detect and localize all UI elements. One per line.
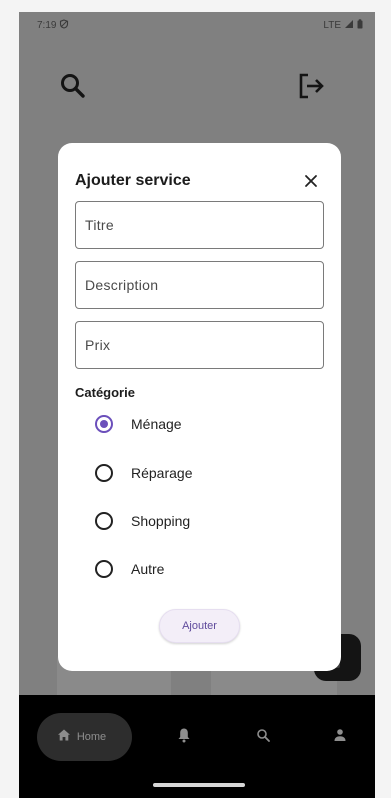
nav-item-label: Home (76, 731, 107, 743)
nav-item-home[interactable]: Home (37, 713, 132, 761)
bell-icon (177, 727, 191, 748)
status-bar: 7:19 LTE (19, 12, 375, 38)
status-right: LTE (323, 18, 363, 32)
radio-button[interactable] (95, 512, 113, 530)
category-label: Catégorie (75, 385, 135, 400)
radio-button[interactable] (95, 560, 113, 578)
home-indicator[interactable] (153, 783, 245, 787)
description-field[interactable] (75, 261, 324, 309)
logout-icon[interactable] (295, 70, 327, 102)
price-field[interactable] (75, 321, 324, 369)
home-icon (57, 728, 71, 747)
radio-label: Autre (131, 561, 165, 577)
category-option-shopping[interactable]: Shopping (95, 508, 190, 534)
bottom-navigation: Home (19, 695, 375, 798)
status-left: 7:19 (37, 18, 69, 32)
radio-button[interactable] (95, 415, 113, 433)
signal-icon (344, 19, 354, 32)
description-input[interactable] (85, 277, 314, 293)
search-icon[interactable] (57, 70, 89, 102)
radio-label: Shopping (131, 513, 191, 529)
nav-item-search[interactable] (250, 713, 276, 761)
status-time: 7:19 (37, 19, 57, 31)
vpn-shield-icon (59, 18, 69, 32)
category-option-autre[interactable]: Autre (95, 556, 164, 582)
category-option-reparage[interactable]: Réparage (95, 460, 193, 486)
radio-label: Ménage (131, 416, 182, 432)
battery-icon (357, 18, 363, 32)
dialog-title: Ajouter service (75, 172, 191, 189)
nav-item-notifications[interactable] (171, 713, 197, 761)
dialog-header: Ajouter service (75, 168, 324, 194)
radio-button[interactable] (95, 464, 113, 482)
person-icon (333, 728, 347, 747)
category-option-menage[interactable]: Ménage (95, 411, 182, 437)
search-icon (256, 728, 270, 747)
close-icon[interactable] (298, 168, 324, 194)
title-input[interactable] (85, 217, 314, 233)
price-input[interactable] (85, 337, 314, 353)
add-service-dialog: Ajouter service Catégorie Ménage Réparag… (58, 143, 341, 671)
title-field[interactable] (75, 201, 324, 249)
network-type: LTE (323, 19, 341, 31)
nav-item-profile[interactable] (327, 713, 353, 761)
radio-label: Réparage (131, 465, 193, 481)
add-button[interactable]: Ajouter (159, 609, 240, 643)
